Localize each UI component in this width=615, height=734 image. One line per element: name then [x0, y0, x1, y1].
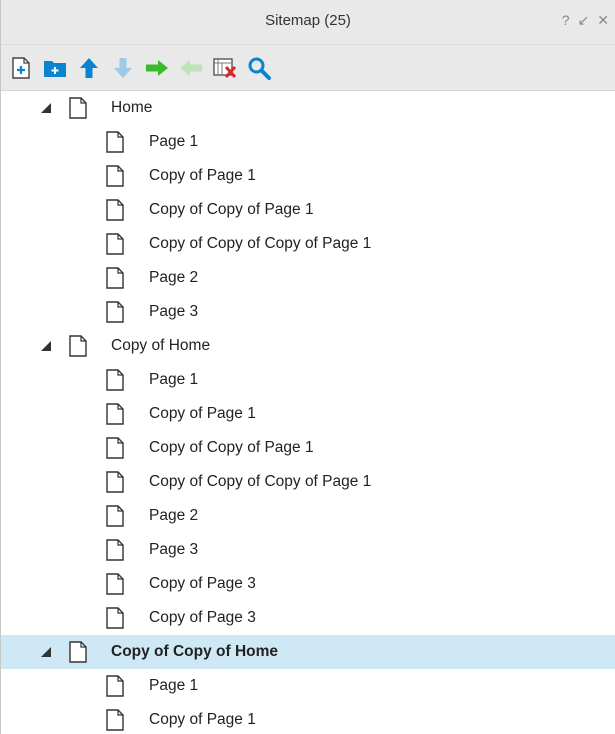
- expand-toggle-icon[interactable]: [39, 101, 53, 115]
- tree-root-item[interactable]: Copy of Home: [1, 329, 615, 363]
- tree-item-label: Copy of Page 3: [149, 575, 256, 592]
- page-icon: [106, 165, 124, 187]
- toolbar: [1, 45, 615, 91]
- tree-item-label: Home: [111, 99, 153, 116]
- tree-item[interactable]: Page 3: [1, 295, 615, 329]
- sitemap-panel: Sitemap (25) ? ↙ ✕ Home Page 1 Copy of P…: [0, 0, 615, 734]
- tree-item-label: Copy of Page 1: [149, 167, 256, 184]
- indent-icon[interactable]: [145, 56, 169, 80]
- dock-icon[interactable]: ↙: [578, 11, 590, 29]
- close-icon[interactable]: ✕: [597, 11, 609, 29]
- help-icon[interactable]: ?: [562, 11, 570, 29]
- tree-root-item[interactable]: Home: [1, 91, 615, 125]
- tree-item-label: Page 1: [149, 677, 199, 694]
- add-page-icon[interactable]: [9, 56, 33, 80]
- sitemap-tree: Home Page 1 Copy of Page 1 Copy of Copy of …: [1, 91, 615, 734]
- search-icon[interactable]: [247, 56, 271, 80]
- tree-item-label: Page 1: [149, 371, 199, 388]
- tree-item-label: Page 2: [149, 269, 199, 286]
- page-icon: [106, 505, 124, 527]
- title-controls: ? ↙ ✕: [562, 11, 609, 29]
- tree-item[interactable]: Page 3: [1, 533, 615, 567]
- panel-title: Sitemap (25): [265, 12, 351, 29]
- tree-item[interactable]: Page 1: [1, 125, 615, 159]
- add-folder-icon[interactable]: [43, 56, 67, 80]
- page-icon: [106, 471, 124, 493]
- expand-toggle-icon[interactable]: [39, 339, 53, 353]
- page-icon: [106, 607, 124, 629]
- move-down-icon[interactable]: [111, 56, 135, 80]
- tree-item[interactable]: Copy of Page 3: [1, 601, 615, 635]
- tree-item[interactable]: Copy of Page 3: [1, 567, 615, 601]
- page-icon: [106, 709, 124, 731]
- page-icon: [106, 675, 124, 697]
- expand-toggle-icon[interactable]: [39, 645, 53, 659]
- page-icon: [69, 641, 87, 663]
- tree-root-item[interactable]: Copy of Copy of Home: [1, 635, 615, 669]
- outdent-icon[interactable]: [179, 56, 203, 80]
- page-icon: [106, 369, 124, 391]
- page-icon: [106, 267, 124, 289]
- tree-item-label: Copy of Copy of Copy of Page 1: [149, 235, 372, 252]
- page-icon: [106, 539, 124, 561]
- tree-item[interactable]: Page 1: [1, 669, 615, 703]
- tree-item[interactable]: Page 2: [1, 499, 615, 533]
- tree-item-label: Copy of Copy of Copy of Page 1: [149, 473, 372, 490]
- tree-item[interactable]: Copy of Copy of Page 1: [1, 431, 615, 465]
- tree-item[interactable]: Copy of Page 1: [1, 397, 615, 431]
- tree-item-label: Copy of Page 3: [149, 609, 256, 626]
- page-icon: [106, 131, 124, 153]
- tree-item-label: Page 1: [149, 133, 199, 150]
- page-icon: [69, 97, 87, 119]
- tree-item[interactable]: Copy of Copy of Copy of Page 1: [1, 465, 615, 499]
- page-icon: [106, 437, 124, 459]
- panel-titlebar: Sitemap (25) ? ↙ ✕: [1, 0, 615, 45]
- tree-item[interactable]: Page 2: [1, 261, 615, 295]
- tree-item-label: Copy of Copy of Page 1: [149, 201, 314, 218]
- page-icon: [69, 335, 87, 357]
- tree-item-label: Page 3: [149, 541, 199, 558]
- page-icon: [106, 301, 124, 323]
- tree-item-label: Copy of Page 1: [149, 711, 256, 728]
- tree-item[interactable]: Copy of Copy of Page 1: [1, 193, 615, 227]
- page-icon: [106, 199, 124, 221]
- tree-item-label: Copy of Copy of Page 1: [149, 439, 314, 456]
- tree-item-label: Page 2: [149, 507, 199, 524]
- tree-item[interactable]: Copy of Page 1: [1, 159, 615, 193]
- tree-item-label: Copy of Home: [111, 337, 211, 354]
- tree-item[interactable]: Copy of Page 1: [1, 703, 615, 734]
- page-icon: [106, 233, 124, 255]
- tree-item[interactable]: Page 1: [1, 363, 615, 397]
- tree-item-label: Page 3: [149, 303, 199, 320]
- tree-item-label: Copy of Copy of Home: [111, 643, 279, 660]
- tree-item[interactable]: Copy of Copy of Copy of Page 1: [1, 227, 615, 261]
- tree-item-label: Copy of Page 1: [149, 405, 256, 422]
- move-up-icon[interactable]: [77, 56, 101, 80]
- delete-icon[interactable]: [213, 56, 237, 80]
- page-icon: [106, 403, 124, 425]
- page-icon: [106, 573, 124, 595]
